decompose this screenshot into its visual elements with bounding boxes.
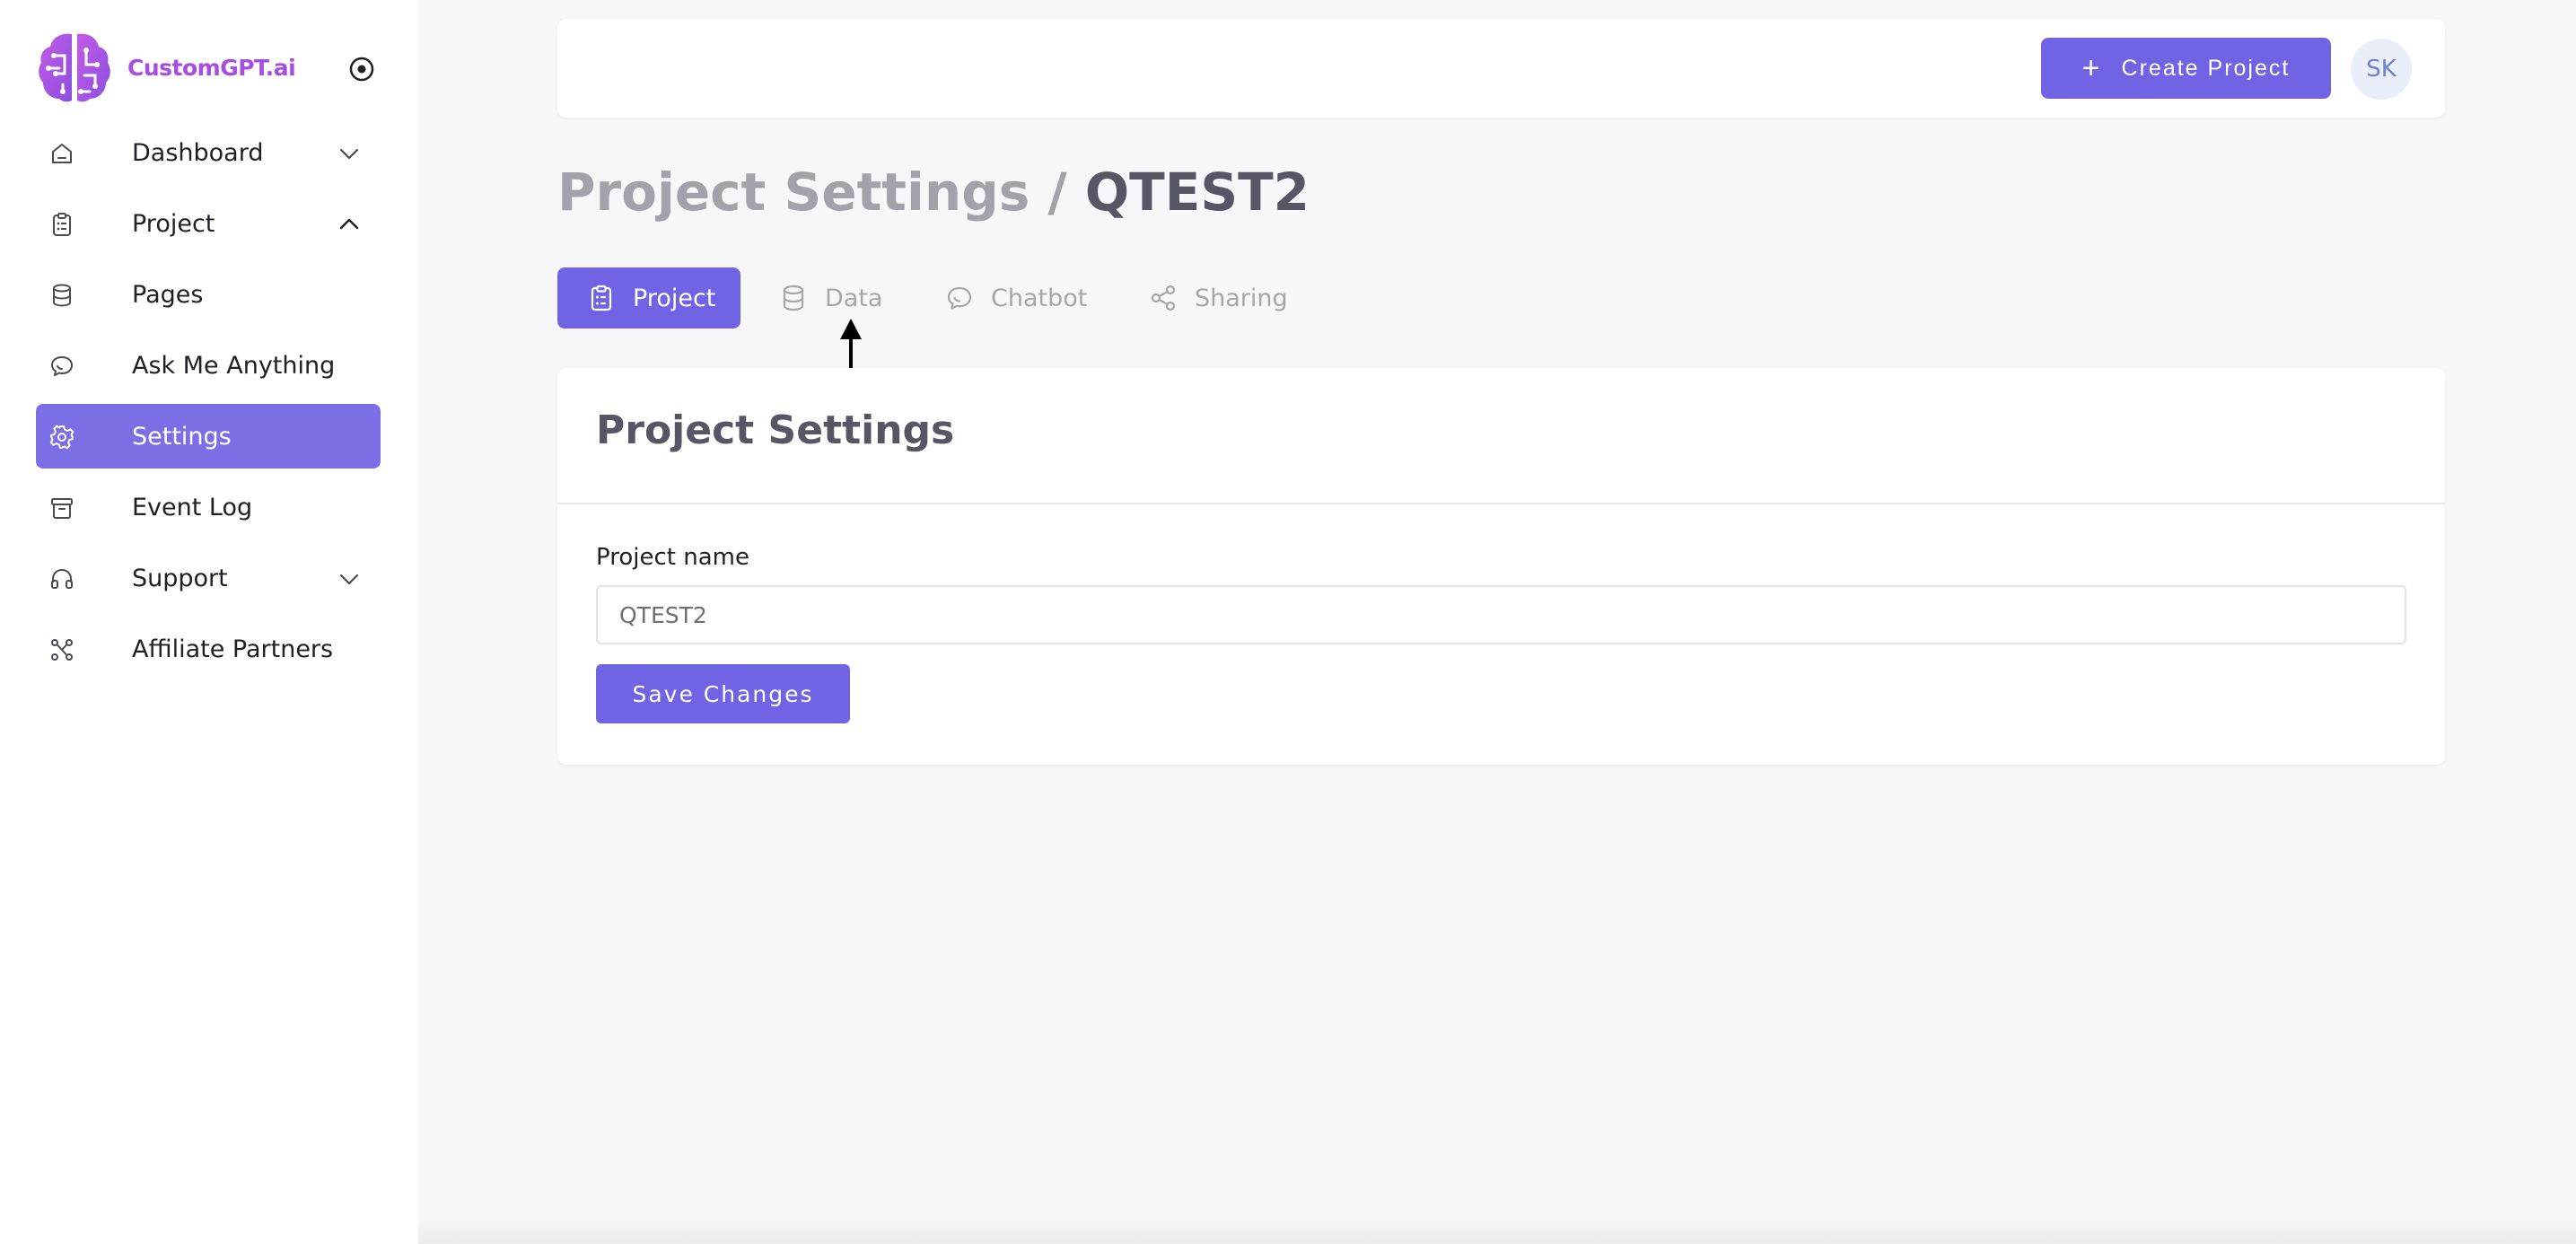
chevron-down-icon[interactable] bbox=[336, 140, 363, 167]
chat-icon bbox=[947, 286, 972, 310]
save-changes-button[interactable]: Save Changes bbox=[596, 664, 850, 723]
sidebar-item-label: Ask Me Anything bbox=[132, 351, 336, 380]
archive-icon bbox=[51, 498, 73, 519]
clipboard-icon bbox=[53, 213, 71, 236]
tab-label: Data bbox=[825, 284, 883, 312]
sidebar-item-ask-me-anything[interactable]: Ask Me Anything bbox=[36, 333, 381, 398]
share-icon bbox=[1151, 285, 1176, 311]
sidebar-item-label: Project bbox=[132, 209, 215, 238]
database-icon bbox=[53, 284, 71, 307]
chat-icon bbox=[51, 356, 73, 376]
chevron-down-icon[interactable] bbox=[336, 565, 363, 592]
sidebar-item-label: Support bbox=[132, 564, 228, 592]
tab-chatbot[interactable]: Chatbot bbox=[944, 267, 1087, 329]
sidebar-item-label: Settings bbox=[132, 422, 232, 451]
sidebar-item-label: Affiliate Partners bbox=[132, 635, 334, 663]
sidebar-item-label: Event Log bbox=[132, 493, 253, 521]
sidebar-item-support[interactable]: Support bbox=[36, 546, 381, 610]
tab-label: Project bbox=[633, 284, 716, 312]
sidebar-item-pages[interactable]: Pages bbox=[36, 262, 381, 327]
home-icon bbox=[52, 144, 72, 163]
sidebar: CustomGPT.ai Dashboard Project Pages Ask… bbox=[0, 0, 418, 1244]
theme-toggle-icon[interactable] bbox=[346, 54, 377, 84]
breadcrumb-separator: / bbox=[1030, 162, 1085, 223]
sidebar-item-affiliate-partners[interactable]: Affiliate Partners bbox=[36, 617, 381, 681]
sidebar-item-label: Dashboard bbox=[132, 138, 264, 167]
project-name-label: Project name bbox=[596, 544, 749, 571]
sidebar-item-project[interactable]: Project bbox=[36, 191, 381, 256]
create-project-label: Create Project bbox=[2121, 55, 2291, 81]
top-bar: + Create Project SK bbox=[557, 19, 2445, 118]
sidebar-nav: Dashboard Project Pages Ask Me Anything … bbox=[36, 120, 381, 688]
divider bbox=[557, 503, 2445, 504]
breadcrumb-parent[interactable]: Project Settings bbox=[557, 162, 1030, 223]
card-title: Project Settings bbox=[596, 407, 955, 453]
page-title: Project Settings / QTEST2 bbox=[557, 162, 1310, 223]
plus-icon: + bbox=[2081, 50, 2100, 85]
brain-logo-icon bbox=[39, 33, 110, 102]
sidebar-item-label: Pages bbox=[132, 280, 204, 309]
project-name-input[interactable] bbox=[596, 585, 2406, 644]
chevron-up-icon[interactable] bbox=[336, 211, 363, 238]
project-settings-card: Project Settings Project name Save Chang… bbox=[557, 368, 2445, 765]
database-icon bbox=[783, 285, 804, 311]
sidebar-item-dashboard[interactable]: Dashboard bbox=[36, 120, 381, 185]
brand[interactable]: CustomGPT.ai bbox=[36, 29, 296, 106]
headphones-icon bbox=[51, 568, 73, 589]
gear-icon bbox=[49, 425, 74, 450]
tab-sharing[interactable]: Sharing bbox=[1148, 267, 1288, 329]
clipboard-icon bbox=[591, 285, 612, 311]
affiliate-icon bbox=[51, 639, 73, 661]
bottom-shadow bbox=[418, 1217, 2576, 1244]
sidebar-item-settings[interactable]: Settings bbox=[36, 404, 381, 469]
avatar[interactable]: SK bbox=[2351, 39, 2412, 100]
breadcrumb-current: QTEST2 bbox=[1084, 162, 1310, 223]
brand-name: CustomGPT.ai bbox=[127, 54, 296, 81]
sidebar-item-event-log[interactable]: Event Log bbox=[36, 475, 381, 539]
tab-label: Chatbot bbox=[991, 284, 1088, 312]
tab-project[interactable]: Project bbox=[557, 267, 741, 329]
create-project-button[interactable]: + Create Project bbox=[2041, 38, 2331, 99]
tab-label: Sharing bbox=[1195, 284, 1288, 312]
